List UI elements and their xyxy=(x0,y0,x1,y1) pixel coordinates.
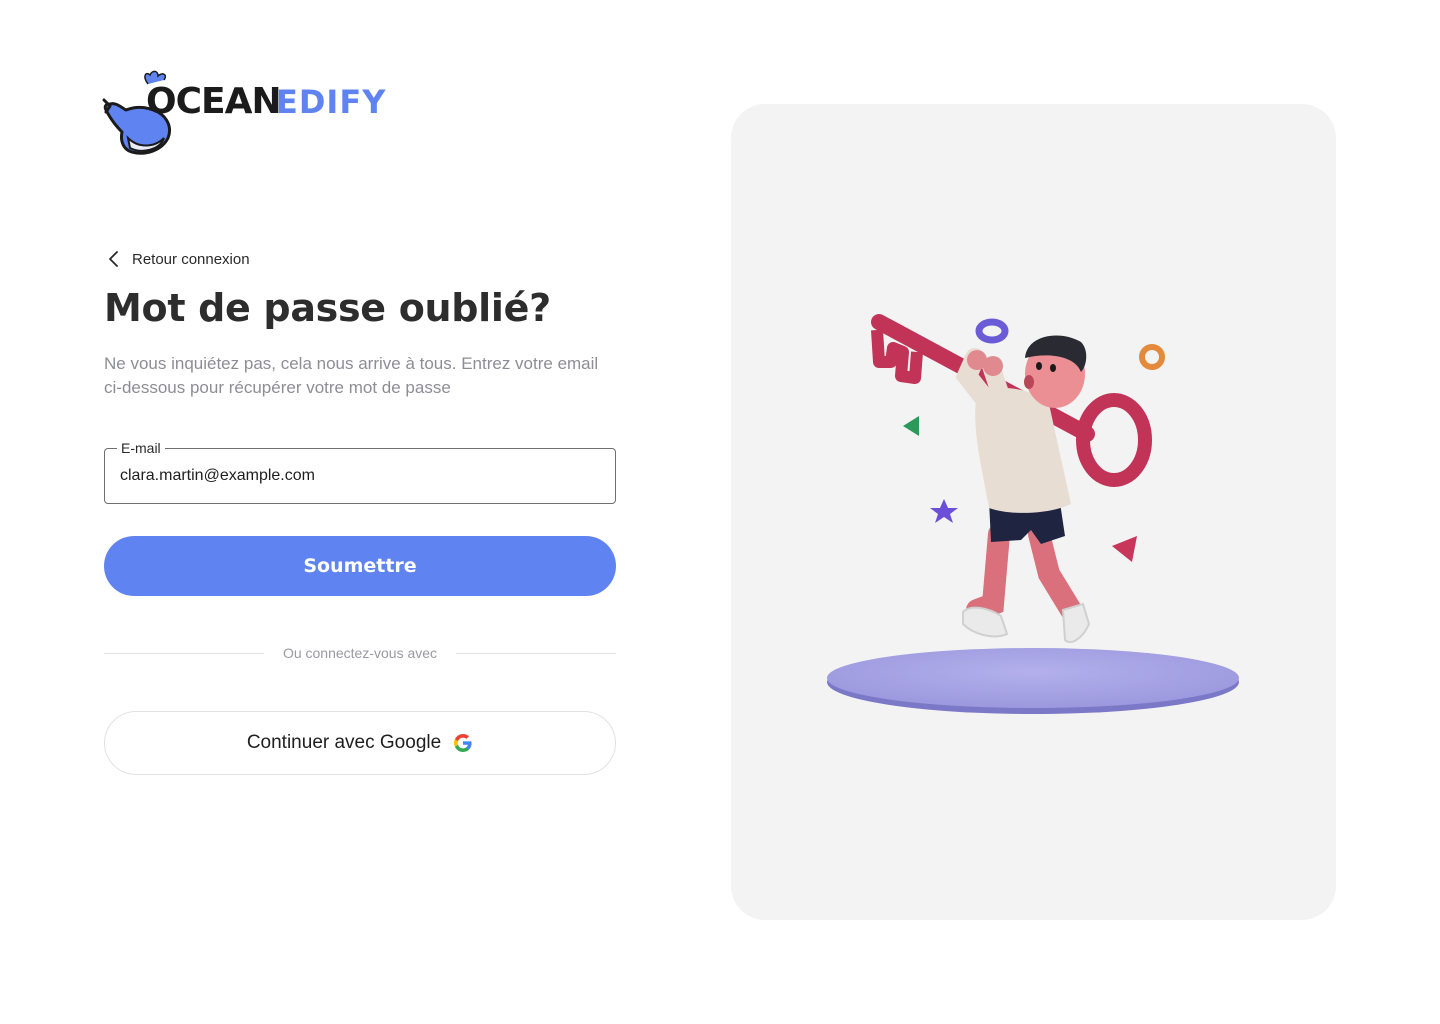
ocean-edify-logo: OCEAN EDIFY xyxy=(102,66,392,162)
green-triangle-shape xyxy=(903,416,919,436)
chevron-left-icon xyxy=(109,251,118,267)
email-field-label: E-mail xyxy=(117,440,165,456)
google-button-label: Continuer avec Google xyxy=(246,732,442,753)
continue-with-google-button[interactable]: Continuer avec Google xyxy=(104,711,616,775)
page-subtitle: Ne vous inquiétez pas, cela nous arrive … xyxy=(104,354,599,397)
illustration-panel xyxy=(731,104,1336,920)
google-icon xyxy=(454,734,472,752)
logo-text-edify: EDIFY xyxy=(276,83,386,121)
page-title: Mot de passe oublié? xyxy=(104,286,551,330)
red-triangle-shape xyxy=(1112,536,1137,562)
purple-ring-shape xyxy=(975,318,1009,344)
submit-button[interactable]: Soumettre xyxy=(104,536,616,596)
divider: Ou connectez-vous avec xyxy=(104,643,616,665)
back-link-label: Retour connexion xyxy=(132,250,250,268)
email-input[interactable] xyxy=(120,463,590,489)
orange-ring-shape xyxy=(1139,344,1165,370)
purple-star-shape xyxy=(930,499,958,523)
divider-line-right xyxy=(456,653,616,654)
back-to-login-link[interactable]: Retour connexion xyxy=(106,248,250,270)
person-carrying-key-icon xyxy=(827,314,1239,714)
forgot-password-page: OCEAN EDIFY Retour connexion Mot de pass… xyxy=(0,0,1440,1024)
email-field: E-mail xyxy=(104,440,616,504)
logo-text-ocean: OCEAN xyxy=(146,81,281,122)
